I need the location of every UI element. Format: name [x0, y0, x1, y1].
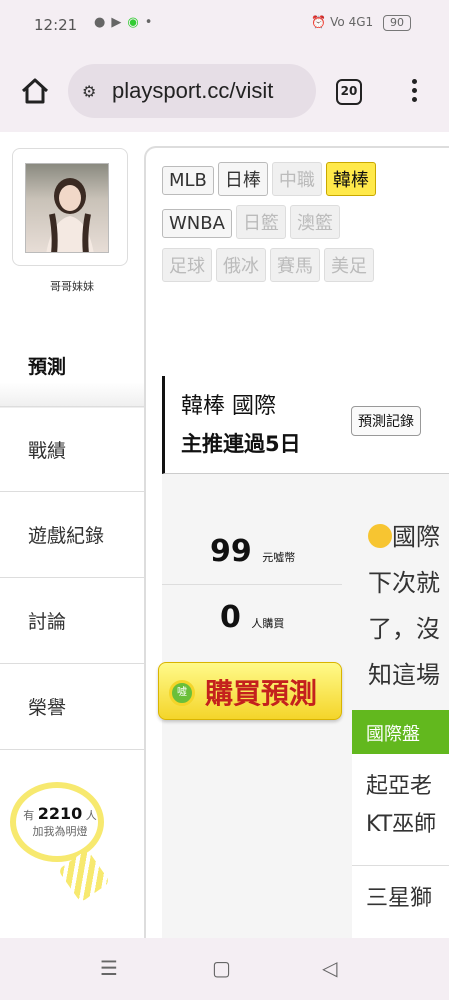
dot-icon: •	[144, 15, 159, 30]
sidebar-item-predict[interactable]: 預測	[0, 322, 144, 408]
main-content: MLB 日棒 中職 韓棒 WNBA 日籃 澳籃 足球 俄冰 賽馬 美足 韓棒 國際 主推連過5日…	[144, 146, 449, 938]
league-tag-jbl[interactable]: 日籃	[235, 205, 286, 239]
browser-toolbar: ⚙ playsport.cc/visit 20	[0, 52, 449, 132]
description-line: 了，沒	[368, 615, 440, 643]
sidebar-item-label: 遊戲紀錄	[28, 525, 105, 547]
league-row: WNBA 日籃 澳籃	[162, 205, 449, 248]
signal-icon: 4G1	[348, 15, 374, 29]
status-bar: 12:21 ●▶◉• ⏰ Vo 4G1 90	[0, 0, 449, 52]
prediction-record-button[interactable]: 預測記錄	[351, 406, 421, 436]
clock: 12:21	[34, 16, 78, 34]
description-line: 知這場	[368, 661, 440, 689]
web-page: 哥哥妹妹 預測 戰績 遊戲紀錄 討論 榮譽 有 2210 人 加我為明燈 MLB…	[0, 132, 449, 938]
fans-prefix: 有	[23, 809, 35, 822]
home-icon[interactable]	[20, 76, 50, 106]
league-tag-horse[interactable]: 賽馬	[270, 248, 320, 282]
league-tag-cpbl[interactable]: 中職	[271, 162, 322, 196]
buy-prediction-label: 購買預測	[205, 677, 318, 710]
price-unit: 元噓幣	[262, 551, 296, 564]
league-tag-soccer[interactable]: 足球	[162, 248, 212, 282]
league-tag-khl[interactable]: 俄冰	[216, 248, 266, 282]
game-row[interactable]: 起亞老 KT巫師	[352, 754, 449, 866]
coin-icon: 噓	[169, 680, 195, 706]
sidebar-item-honor[interactable]: 榮譽	[0, 664, 144, 750]
prediction-header: 韓棒 國際 主推連過5日 預測記錄	[162, 376, 449, 474]
price: 99 元噓幣	[210, 534, 295, 569]
buy-prediction-button[interactable]: 噓 購買預測	[158, 662, 342, 720]
whatsapp-icon: ◉	[127, 15, 145, 30]
league-tags: MLB 日棒 中職 韓棒 WNBA 日籃 澳籃 足球 俄冰 賽馬 美足	[162, 162, 449, 291]
tab-switcher-button[interactable]: 20	[336, 79, 362, 105]
divider	[162, 584, 342, 585]
league-tag-kbo[interactable]: 韓棒	[325, 162, 376, 196]
sidebar-item-record[interactable]: 戰績	[0, 406, 144, 492]
back-icon[interactable]: ◁	[322, 956, 337, 980]
user-name: 哥哥妹妹	[50, 280, 94, 293]
sidebar-item-label: 榮譽	[28, 697, 67, 719]
buyers: 0 人購買	[220, 600, 284, 635]
system-nav-bar: ☰ ▢ ◁	[0, 938, 449, 1000]
url-text[interactable]: playsport.cc/visit	[112, 78, 273, 104]
team-name: 三星獅	[366, 886, 433, 911]
prediction-title: 韓棒 國際	[181, 394, 276, 419]
team-name: 起亞老	[366, 774, 433, 799]
volte-icon: Vo	[330, 15, 345, 29]
site-settings-icon[interactable]: ⚙	[82, 82, 96, 101]
league-row: MLB 日棒 中職 韓棒	[162, 162, 449, 205]
star-eyes-emoji-icon	[368, 524, 392, 548]
prediction-subtitle: 主推連過5日	[181, 432, 301, 456]
game-row[interactable]: 三星獅	[352, 866, 449, 938]
chat-icon: ●	[94, 15, 112, 30]
recents-icon[interactable]: ☰	[100, 956, 118, 980]
youtube-icon: ▶	[111, 15, 128, 30]
league-row: 足球 俄冰 賽馬 美足	[162, 248, 449, 291]
team-name: KT巫師	[366, 812, 437, 837]
fans-unit: 人	[85, 809, 97, 822]
league-tag-npb[interactable]: 日棒	[217, 162, 268, 196]
address-bar[interactable]: ⚙ playsport.cc/visit	[68, 64, 316, 118]
fans-count: 2210	[37, 804, 83, 823]
system-icons: ⏰ Vo 4G1 90	[311, 15, 411, 31]
alarm-icon: ⏰	[311, 15, 327, 29]
buyers-value: 0	[220, 600, 241, 635]
sidebar-item-game-log[interactable]: 遊戲紀錄	[0, 492, 144, 578]
notification-icons: ●▶◉•	[94, 15, 158, 30]
league-tag-wnba[interactable]: WNBA	[162, 209, 232, 238]
games-list: 起亞老 KT巫師 三星獅	[352, 754, 449, 938]
league-tag-nbl[interactable]: 澳籃	[289, 205, 340, 239]
league-tag-nfl[interactable]: 美足	[324, 248, 374, 282]
sidebar-item-discuss[interactable]: 討論	[0, 578, 144, 664]
prediction-description: 國際 下次就 了，沒 知這場	[368, 514, 449, 698]
buyers-unit: 人購買	[251, 617, 285, 630]
avatar[interactable]	[25, 163, 109, 253]
price-box: 99 元噓幣 0 人購買 噓 購買預測	[158, 474, 352, 774]
sidebar-item-label: 預測	[28, 355, 67, 378]
follow-label: 加我為明燈	[32, 825, 88, 838]
league-tag-mlb[interactable]: MLB	[162, 166, 214, 195]
price-value: 99	[210, 534, 252, 569]
more-menu-icon[interactable]	[406, 76, 422, 106]
avatar-photo-icon	[46, 178, 94, 252]
description-line: 下次就	[368, 569, 440, 597]
sidebar-item-label: 戰績	[28, 439, 67, 462]
prediction-panel: 99 元噓幣 0 人購買 噓 購買預測 國際 下次就 了，沒 知這場 國際盤 起…	[158, 474, 449, 938]
follow-text[interactable]: 有 2210 人 加我為明燈	[10, 804, 110, 839]
avatar-card[interactable]	[12, 148, 128, 266]
sidebar-item-label: 討論	[28, 611, 67, 633]
sidebar: 哥哥妹妹 預測 戰績 遊戲紀錄 討論 榮譽 有 2210 人 加我為明燈	[0, 132, 144, 938]
description-line: 國際	[392, 523, 440, 551]
home-nav-icon[interactable]: ▢	[212, 956, 231, 980]
market-header: 國際盤	[352, 710, 449, 754]
battery-icon: 90	[383, 15, 411, 31]
